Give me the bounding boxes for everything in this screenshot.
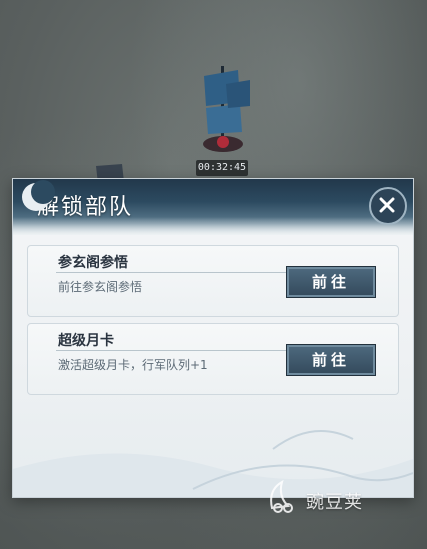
watermark-logo: 豌豆荚: [264, 476, 404, 522]
go-button[interactable]: 前往: [286, 266, 376, 298]
ship-icon[interactable]: [190, 62, 256, 162]
go-button[interactable]: 前往: [286, 344, 376, 376]
close-button[interactable]: [369, 187, 407, 225]
moon-icon: [22, 180, 55, 211]
task-description: 前往参玄阁参悟: [58, 280, 143, 294]
divider: [56, 350, 286, 351]
close-icon: [379, 197, 395, 213]
task-card: 超级月卡 激活超级月卡，行军队列+1 前往: [27, 323, 399, 395]
task-card: 参玄阁参悟 前往参玄阁参悟 前往: [27, 245, 399, 317]
ship-timer: 00:32:45: [196, 160, 248, 176]
task-title: 参玄阁参悟: [58, 255, 128, 271]
task-description: 激活超级月卡，行军队列+1: [58, 358, 208, 372]
watermark-text: 豌豆荚: [306, 492, 363, 513]
unlock-troops-dialog: 解锁部队 参玄阁参悟 前往参玄阁参悟 前往 超级月卡 激活超级月卡，行军队列+1…: [12, 178, 414, 498]
task-title: 超级月卡: [58, 333, 114, 349]
pea-logo-icon: [270, 479, 293, 513]
divider: [56, 272, 286, 273]
